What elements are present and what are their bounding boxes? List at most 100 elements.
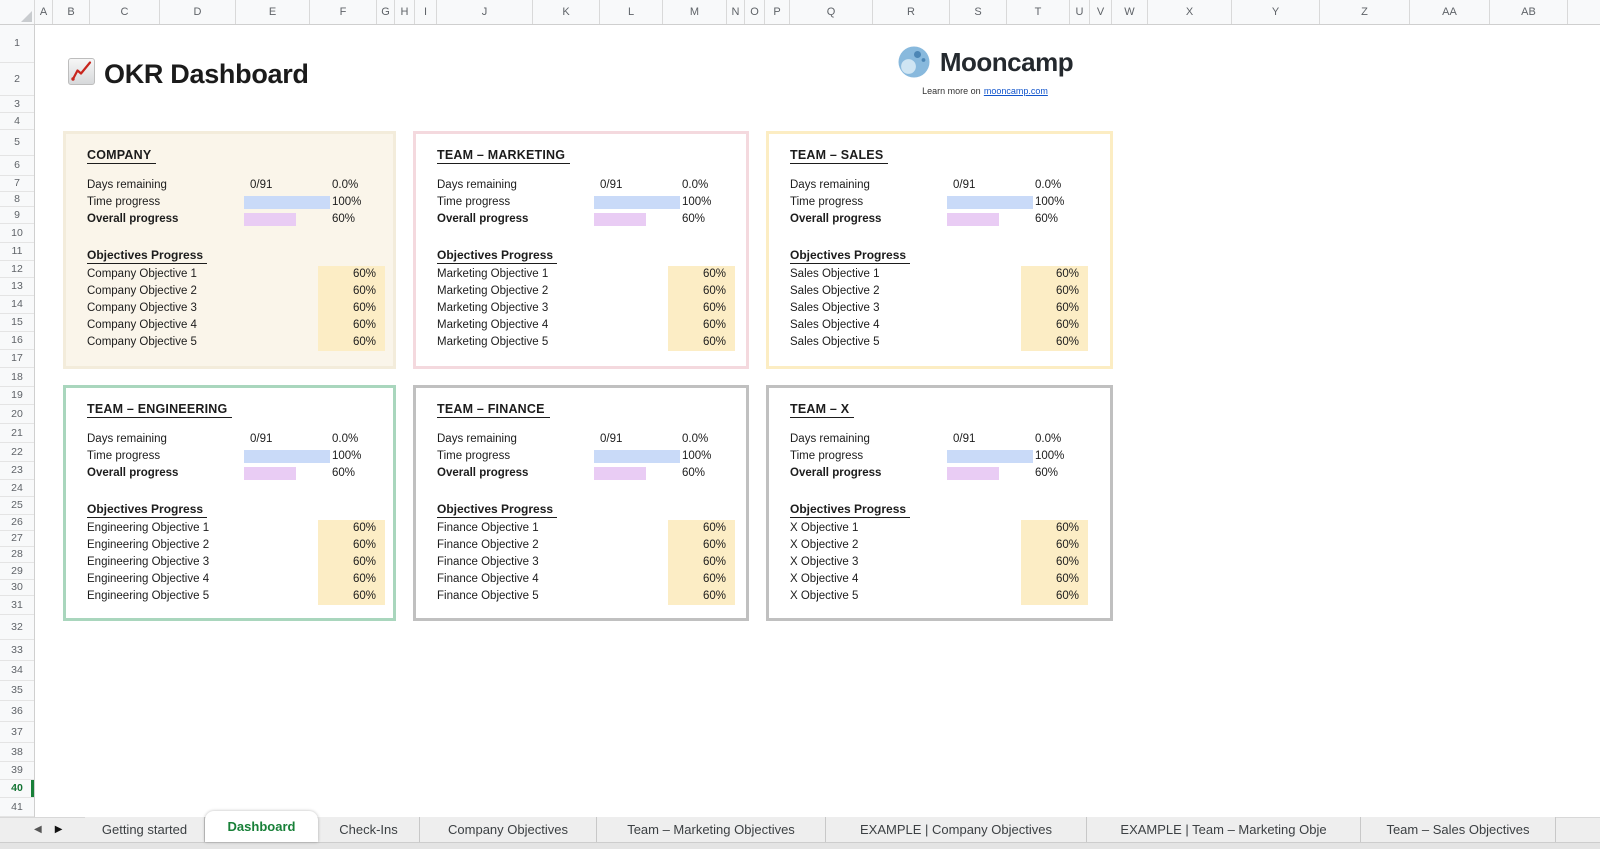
row-header-28[interactable]: 28 [0, 547, 34, 563]
column-header-H[interactable]: H [395, 0, 415, 24]
sheet-tab-team-marketing-objectives[interactable]: Team – Marketing Objectives [597, 817, 826, 842]
row-header-34[interactable]: 34 [0, 661, 34, 681]
objective-progress-cell: 60% [668, 520, 735, 537]
row-header-30[interactable]: 30 [0, 580, 34, 596]
objective-row: X Objective 3 60% [769, 554, 1110, 571]
sheet-tab-getting-started[interactable]: Getting started [85, 817, 205, 842]
column-header-B[interactable]: B [53, 0, 90, 24]
column-header-R[interactable]: R [873, 0, 950, 24]
row-header-12[interactable]: 12 [0, 261, 34, 278]
column-header-D[interactable]: D [160, 0, 236, 24]
row-header-14[interactable]: 14 [0, 296, 34, 314]
column-header-O[interactable]: O [745, 0, 765, 24]
card-title: TEAM – MARKETING [437, 148, 571, 164]
row-header-5[interactable]: 5 [0, 130, 34, 156]
sheet-grid[interactable]: OKR Dashboard Mooncamp Learn more on moo… [35, 25, 1600, 817]
row-header-23[interactable]: 23 [0, 462, 34, 480]
row-header-19[interactable]: 19 [0, 387, 34, 405]
row-header-13[interactable]: 13 [0, 278, 34, 296]
time-progress-bar [947, 450, 1033, 463]
column-header-A[interactable]: A [35, 0, 53, 24]
row-header-9[interactable]: 9 [0, 207, 34, 224]
row-header-32[interactable]: 32 [0, 615, 34, 640]
row-header-6[interactable]: 6 [0, 156, 34, 176]
sheet-tab-example-team-marketing-obje[interactable]: EXAMPLE | Team – Marketing Obje [1087, 817, 1361, 842]
tab-scroll-right-icon[interactable]: ▶ [55, 824, 63, 835]
row-header-18[interactable]: 18 [0, 368, 34, 387]
row-header-3[interactable]: 3 [0, 96, 34, 113]
row-header-1[interactable]: 1 [0, 25, 34, 63]
row-header-27[interactable]: 27 [0, 531, 34, 547]
sheet-tab-company-objectives[interactable]: Company Objectives [420, 817, 597, 842]
row-header-36[interactable]: 36 [0, 701, 34, 722]
row-header-10[interactable]: 10 [0, 224, 34, 243]
row-header-2[interactable]: 2 [0, 63, 34, 96]
row-header-35[interactable]: 35 [0, 681, 34, 701]
row-header-26[interactable]: 26 [0, 515, 34, 531]
objective-name: Engineering Objective 2 [87, 539, 210, 551]
column-header-AA[interactable]: AA [1410, 0, 1490, 24]
column-header-U[interactable]: U [1070, 0, 1090, 24]
column-header-P[interactable]: P [765, 0, 790, 24]
select-all-corner[interactable] [0, 0, 35, 24]
column-header-W[interactable]: W [1112, 0, 1148, 24]
column-header-Q[interactable]: Q [790, 0, 873, 24]
tab-scroll-left-icon[interactable]: ◀ [34, 824, 42, 835]
column-header-T[interactable]: T [1007, 0, 1070, 24]
objective-row: Company Objective 1 60% [66, 266, 393, 283]
column-header-I[interactable]: I [415, 0, 437, 24]
row-header-33[interactable]: 33 [0, 640, 34, 661]
objective-progress-cell: 60% [1021, 537, 1088, 554]
column-header-V[interactable]: V [1090, 0, 1112, 24]
sheet-tab-dashboard[interactable]: Dashboard [205, 811, 318, 842]
row-header-22[interactable]: 22 [0, 443, 34, 462]
tagline-text: Learn more on [922, 86, 981, 96]
column-header-Y[interactable]: Y [1232, 0, 1320, 24]
sheet-tab-example-company-objectives[interactable]: EXAMPLE | Company Objectives [826, 817, 1087, 842]
row-header-16[interactable]: 16 [0, 332, 34, 350]
okr-card-team-sales: TEAM – SALES Days remaining 0/91 0.0% Time p… [766, 131, 1113, 369]
column-header-X[interactable]: X [1148, 0, 1232, 24]
column-header-G[interactable]: G [377, 0, 395, 24]
column-header-F[interactable]: F [310, 0, 377, 24]
row-header-38[interactable]: 38 [0, 743, 34, 762]
row-header-29[interactable]: 29 [0, 563, 34, 580]
objective-row: Engineering Objective 5 60% [66, 588, 393, 605]
row-header-40[interactable]: 40 [0, 780, 34, 798]
column-header-AB[interactable]: AB [1490, 0, 1568, 24]
row-header-11[interactable]: 11 [0, 243, 34, 261]
column-header-L[interactable]: L [600, 0, 663, 24]
sheet-tab-team-sales-objectives[interactable]: Team – Sales Objectives [1361, 817, 1556, 842]
row-header-21[interactable]: 21 [0, 424, 34, 443]
card-title: TEAM – ENGINEERING [87, 402, 233, 418]
sheet-tab-check-ins[interactable]: Check-Ins [318, 817, 420, 842]
mooncamp-link[interactable]: mooncamp.com [984, 86, 1048, 96]
column-header-E[interactable]: E [236, 0, 310, 24]
stat-label: Overall progress [437, 467, 529, 479]
column-header-Z[interactable]: Z [1320, 0, 1410, 24]
row-header-15[interactable]: 15 [0, 314, 34, 332]
column-header-M[interactable]: M [663, 0, 727, 24]
row-header-31[interactable]: 31 [0, 596, 34, 615]
column-header-J[interactable]: J [437, 0, 533, 24]
row-header-8[interactable]: 8 [0, 192, 34, 207]
column-header-C[interactable]: C [90, 0, 160, 24]
column-header-K[interactable]: K [533, 0, 600, 24]
objective-progress-cell: 60% [1021, 588, 1088, 605]
objective-name: Sales Objective 1 [790, 268, 880, 280]
objective-progress-cell: 60% [1021, 283, 1088, 300]
row-header-17[interactable]: 17 [0, 350, 34, 368]
column-header-S[interactable]: S [950, 0, 1007, 24]
row-header-39[interactable]: 39 [0, 762, 34, 780]
row-header-41[interactable]: 41 [0, 798, 34, 817]
column-header-N[interactable]: N [727, 0, 745, 24]
row-header-24[interactable]: 24 [0, 480, 34, 497]
row-header-20[interactable]: 20 [0, 405, 34, 424]
stat-percent: 60% [1035, 213, 1059, 225]
row-header-4[interactable]: 4 [0, 113, 34, 130]
row-header-37[interactable]: 37 [0, 722, 34, 743]
row-header-25[interactable]: 25 [0, 497, 34, 515]
objective-name: Sales Objective 2 [790, 285, 880, 297]
row-header-7[interactable]: 7 [0, 176, 34, 192]
stat-label: Overall progress [87, 213, 179, 225]
